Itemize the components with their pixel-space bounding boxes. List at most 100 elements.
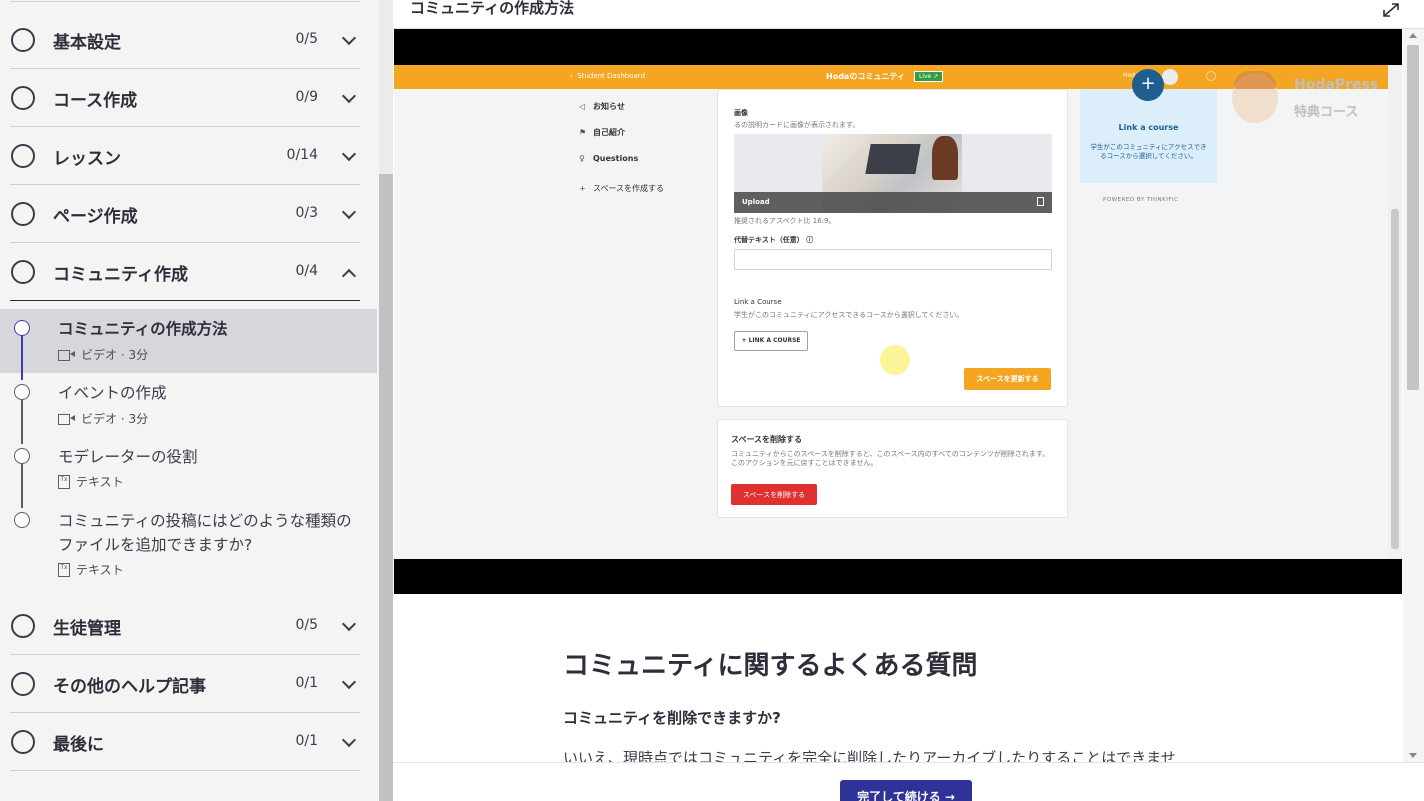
video-update-space-button: スペースを更新する — [964, 368, 1051, 390]
scroll-up-icon[interactable] — [1409, 33, 1417, 38]
video-inner-scrollbar-thumb — [1391, 209, 1399, 549]
chevron-down-icon[interactable] — [341, 674, 357, 690]
section-count: 0/1 — [295, 675, 318, 691]
section-lessons[interactable]: レッスン 0/14 — [10, 127, 360, 185]
lesson-footer: 完了して続ける → — [393, 762, 1424, 801]
section-course-creation[interactable]: コース作成 0/9 — [10, 69, 360, 127]
chevron-down-icon[interactable] — [341, 616, 357, 632]
watermark-logo: HodaPress 特典コース — [1232, 71, 1392, 131]
section-title: コミュニティ作成 — [53, 265, 188, 285]
lesson-status-icon — [14, 320, 30, 336]
video-image-preview: Upload — [734, 134, 1052, 213]
section-community-creation[interactable]: コミュニティ作成 0/4 — [10, 243, 360, 301]
trash-icon — [1037, 197, 1044, 206]
lesson-item-file-types[interactable]: コミュニティの投稿にはどのような種類のファイルを追加できますか? Tx テキスト — [0, 501, 377, 589]
lesson-status-icon — [14, 512, 30, 528]
video-link-hint: 学生がこのコミュニティにアクセスできるコースから選択してください。 — [734, 311, 964, 319]
section-count: 0/5 — [295, 617, 318, 633]
complete-and-continue-button[interactable]: 完了して続ける → — [840, 780, 972, 801]
video-icon — [58, 413, 75, 425]
chevron-up-icon[interactable] — [341, 268, 357, 284]
progress-ring-icon — [11, 730, 35, 754]
text-doc-icon: Tx — [58, 562, 70, 577]
video-delete-hint: コミュニティからこのスペースを削除すると、このスペース内のすべてのコンテンツが削… — [731, 450, 1050, 467]
course-sidebar: 基本設定 0/5 コース作成 0/9 レッスン 0/14 ページ作成 0/3 コ… — [0, 0, 379, 801]
section-finally[interactable]: 最後に 0/1 — [10, 713, 360, 771]
chevron-down-icon[interactable] — [341, 146, 357, 162]
bulb-icon: ♀ — [579, 154, 585, 163]
video-link-course-card: + Link a course 学生がこのコミュニティにアクセスできるコースから… — [1080, 69, 1217, 183]
info-icon: ⓘ — [806, 236, 814, 244]
section-page-creation[interactable]: ページ作成 0/3 — [10, 185, 360, 243]
content-scrollbar-thumb[interactable] — [1407, 45, 1419, 390]
plus-icon: + — [579, 184, 586, 193]
sidebar-scrollbar[interactable] — [379, 0, 393, 801]
video-nav-text: Questions — [593, 154, 639, 163]
video-link-label: Link a Course — [734, 298, 782, 306]
progress-ring-icon — [11, 202, 35, 226]
section-title: ページ作成 — [53, 207, 138, 227]
megaphone-icon: ◁ — [579, 102, 586, 111]
chevron-down-icon[interactable] — [341, 88, 357, 104]
video-powered-by: POWERED BY THINKIFIC — [1103, 197, 1179, 203]
chevron-down-icon[interactable] — [341, 204, 357, 220]
lesson-status-icon — [14, 448, 30, 464]
video-nav-text: 自己紹介 — [593, 128, 625, 137]
section-basic-settings[interactable]: 基本設定 0/5 — [10, 11, 360, 69]
mascot-cap-icon — [1234, 71, 1276, 89]
scroll-down-icon[interactable] — [1409, 753, 1417, 758]
lesson-header: コミュニティの作成方法 — [393, 0, 1424, 29]
lesson-meta: Tx テキスト — [58, 561, 124, 578]
lesson-item-events[interactable]: イベントの作成 ビデオ · 3分 — [0, 373, 377, 437]
flag-icon: ⚑ — [579, 128, 587, 137]
progress-ring-icon — [11, 260, 35, 284]
video-delete-space-button: スペースを削除する — [731, 484, 817, 505]
progress-ring-icon — [11, 28, 35, 52]
plus-icon: + — [1132, 69, 1164, 101]
lesson-meta-text: ビデオ · 3分 — [81, 348, 149, 362]
chevron-down-icon[interactable] — [341, 30, 357, 46]
lesson-item-moderator[interactable]: モデレーターの役割 Tx テキスト — [0, 437, 377, 501]
lesson-title: モデレーターの役割 — [58, 448, 198, 466]
section-other-help[interactable]: その他のヘルプ記事 0/1 — [10, 655, 360, 713]
section-title: 最後に — [53, 735, 104, 755]
video-live-badge: Live ↗ — [914, 71, 944, 82]
video-nav-text: スペースを作成する — [593, 184, 665, 193]
section-title: レッスン — [53, 149, 121, 169]
lesson-title: コミュニティの作成方法 — [58, 320, 228, 338]
section-count: 0/4 — [295, 263, 318, 279]
lesson-title: イベントの作成 — [58, 384, 167, 402]
video-link-course-button: + LINK A COURSE — [734, 331, 808, 351]
video-frame: ‹ Student Dashboard Hodaのコミュニティ Live ↗ H… — [394, 65, 1402, 559]
lesson-item-community-creation[interactable]: コミュニティの作成方法 ビデオ · 3分 — [0, 309, 377, 373]
sidebar-scrollbar-thumb[interactable] — [379, 174, 393, 801]
lesson-meta: Tx テキスト — [58, 473, 124, 490]
plant-shape — [932, 136, 958, 180]
section-title: その他のヘルプ記事 — [53, 677, 206, 697]
video-nav-item: ◁ お知らせ — [579, 101, 625, 112]
section-count: 0/5 — [295, 31, 318, 47]
page-title: コミュニティの作成方法 — [410, 0, 575, 17]
text-doc-icon: Tx — [58, 474, 70, 489]
chevron-down-icon[interactable] — [341, 732, 357, 748]
lesson-meta-text: テキスト — [76, 563, 124, 577]
video-delete-title: スペースを削除する — [731, 435, 803, 444]
video-upload-bar: Upload — [734, 192, 1052, 213]
section-student-management[interactable]: 生徒管理 0/5 — [10, 597, 360, 655]
video-back-link: ‹ Student Dashboard — [570, 72, 646, 80]
lesson-meta-text: テキスト — [76, 475, 124, 489]
video-image-hint: るの説明カードに画像が表示されます。 — [734, 121, 860, 129]
content-scrollbar[interactable] — [1403, 29, 1424, 762]
video-upload-label: Upload — [742, 198, 770, 206]
section-previous — [10, 0, 360, 2]
section-count: 0/3 — [295, 205, 318, 221]
video-nav-item: ♀ Questions — [579, 154, 638, 163]
section-count: 0/1 — [295, 733, 318, 749]
video-side-card-title: Link a course — [1118, 123, 1179, 132]
lesson-main: コミュニティの作成方法 ‹ Student Dashboard Hodaのコミュ… — [393, 0, 1424, 801]
expand-icon[interactable] — [1382, 2, 1400, 18]
faq-question: コミュニティを削除できますか? — [563, 709, 781, 727]
lesson-meta: ビデオ · 3分 — [58, 410, 148, 427]
video-player[interactable]: ‹ Student Dashboard Hodaのコミュニティ Live ↗ H… — [394, 29, 1402, 594]
notification-icon — [1206, 71, 1216, 81]
